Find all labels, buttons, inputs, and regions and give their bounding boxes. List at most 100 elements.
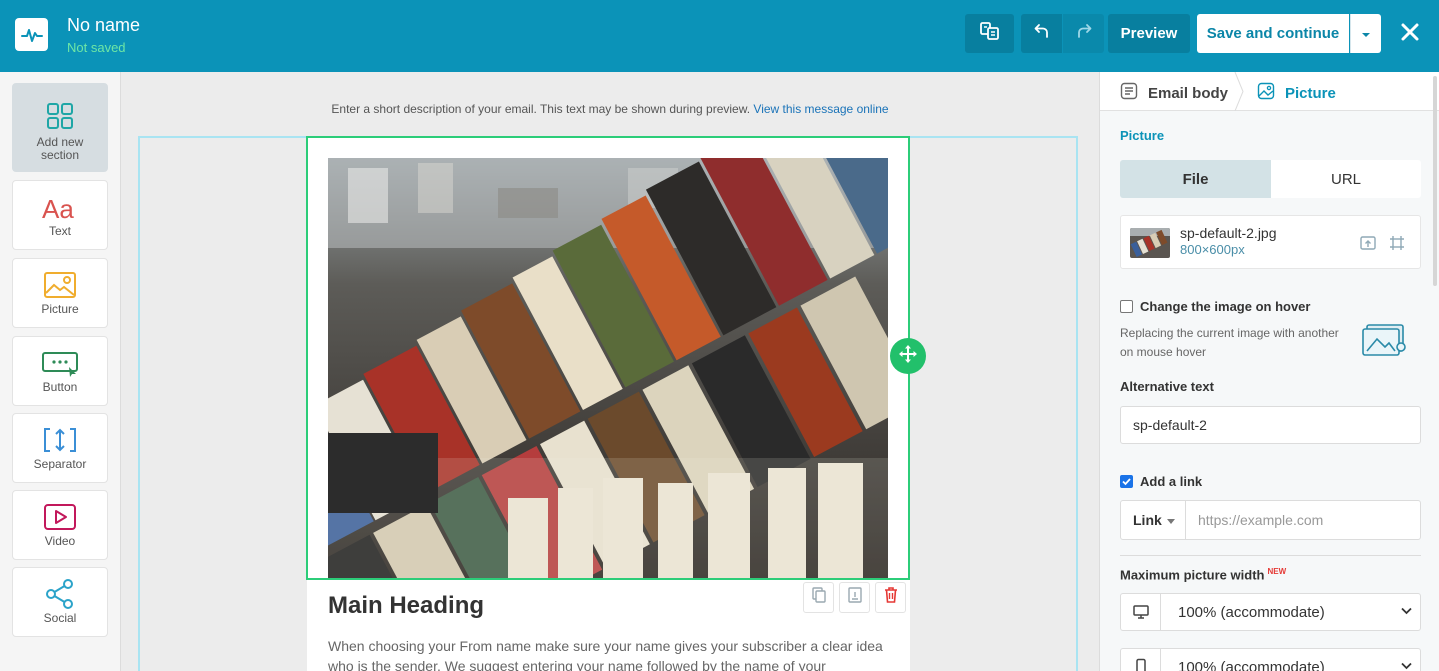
panel-scrollbar[interactable] — [1433, 76, 1437, 286]
picture-icon — [1257, 82, 1275, 104]
save-status: Not saved — [67, 40, 126, 55]
breadcrumb-current-label: Picture — [1285, 84, 1336, 102]
mobile-icon — [1121, 649, 1161, 671]
trash-icon — [884, 587, 898, 608]
close-button[interactable] — [1396, 20, 1424, 48]
email-body-icon — [1120, 82, 1138, 104]
redo-button[interactable] — [1063, 14, 1104, 53]
save-and-continue-button[interactable]: Save and continue — [1197, 14, 1349, 53]
redo-icon — [1076, 23, 1092, 44]
file-dimensions: 800×600px — [1180, 242, 1245, 257]
mobile-width-select[interactable]: 100% (accommodate) — [1120, 648, 1421, 671]
mobile-width-value: 100% (accommodate) — [1178, 659, 1325, 671]
block-label: Button — [42, 380, 78, 394]
alt-text-input[interactable]: sp-default-2 — [1120, 406, 1421, 444]
svg-text:Aa: Aa — [42, 194, 74, 222]
checkmark-icon — [1122, 478, 1131, 486]
preheader[interactable]: Enter a short description of your email.… — [121, 102, 1099, 116]
max-width-label-text: Maximum picture width — [1120, 567, 1265, 583]
copy-icon — [811, 587, 826, 608]
text-icon: Aa — [13, 189, 107, 225]
chevron-down-icon — [1401, 607, 1412, 615]
picture-block[interactable]: Picture — [12, 258, 108, 328]
block-label: Separator — [33, 457, 87, 471]
file-thumbnail — [1130, 228, 1170, 258]
breadcrumb-separator — [1234, 72, 1244, 112]
button-icon — [13, 345, 107, 381]
blocks-sidebar: Add new section Aa Text Picture Button S… — [0, 72, 121, 671]
hover-image-description: Replacing the current image with another… — [1120, 326, 1339, 359]
main-heading[interactable]: Main Heading — [328, 592, 484, 620]
file-name: sp-default-2.jpg — [1180, 225, 1277, 241]
link-url-input[interactable]: https://example.com — [1185, 500, 1421, 540]
crop-image-button[interactable] — [1388, 234, 1406, 252]
video-icon — [13, 499, 107, 535]
button-block[interactable]: Button — [12, 336, 108, 406]
link-type-select[interactable]: Link — [1120, 500, 1186, 540]
block-label: Text — [48, 224, 71, 238]
save-options-dropdown[interactable] — [1350, 14, 1381, 53]
app-logo-icon[interactable] — [15, 18, 48, 51]
replace-image-button[interactable] — [1359, 234, 1377, 252]
undo-button[interactable] — [1021, 14, 1062, 53]
undo-icon — [1034, 23, 1050, 44]
upload-icon — [1359, 236, 1377, 256]
grid-icon — [13, 96, 107, 136]
hover-image-checkbox[interactable] — [1120, 300, 1133, 313]
section-title: Picture — [1120, 128, 1165, 143]
crop-icon — [1388, 236, 1406, 256]
selected-picture-outline — [306, 136, 910, 580]
video-block[interactable]: Video — [12, 490, 108, 560]
save-template-icon — [847, 587, 862, 608]
email-canvas: Enter a short description of your email.… — [121, 72, 1099, 671]
chevron-down-icon — [1401, 662, 1412, 670]
settings-panel: Email body Picture Picture File URL sp-d… — [1099, 72, 1439, 671]
block-label: Picture — [41, 302, 79, 316]
tab-file[interactable]: File — [1120, 160, 1271, 198]
separator-block[interactable]: Separator — [12, 413, 108, 483]
layers-button[interactable] — [965, 14, 1014, 53]
breadcrumb: Email body Picture — [1100, 72, 1439, 112]
preview-button[interactable]: Preview — [1108, 14, 1190, 53]
save-block-button[interactable] — [839, 582, 870, 613]
duplicate-button[interactable] — [803, 582, 834, 613]
max-width-label: Maximum picture width NEW — [1120, 567, 1286, 582]
breadcrumb-email-body[interactable]: Email body — [1120, 82, 1228, 104]
add-link-checkbox[interactable] — [1120, 475, 1133, 488]
breadcrumb-picture[interactable]: Picture — [1257, 82, 1336, 104]
divider — [1120, 555, 1421, 556]
view-online-link[interactable]: View this message online — [753, 102, 888, 116]
add-new-section-block[interactable]: Add new section — [12, 83, 108, 172]
document-title[interactable]: No name — [67, 15, 140, 36]
block-label: Social — [43, 611, 77, 625]
alt-text-label: Alternative text — [1120, 379, 1214, 394]
body-text[interactable]: When choosing your From name make sure y… — [328, 636, 888, 671]
text-block[interactable]: Aa Text — [12, 180, 108, 250]
breadcrumb-parent-label: Email body — [1148, 84, 1229, 102]
file-card: sp-default-2.jpg 800×600px — [1120, 215, 1421, 269]
alt-text-value: sp-default-2 — [1133, 417, 1207, 433]
desktop-width-value: 100% (accommodate) — [1178, 604, 1325, 621]
caret-down-icon — [1361, 25, 1371, 43]
separator-icon — [13, 422, 107, 458]
hover-image-label[interactable]: Change the image on hover — [1140, 299, 1310, 314]
picture-icon — [13, 267, 107, 303]
add-link-label[interactable]: Add a link — [1140, 474, 1202, 489]
social-block[interactable]: Social — [12, 567, 108, 637]
top-bar: No name Not saved Preview Save and conti… — [0, 0, 1439, 72]
preheader-text[interactable]: Enter a short description of your email.… — [331, 102, 750, 116]
move-handle[interactable] — [890, 338, 926, 374]
block-label: Add new section — [36, 135, 84, 162]
move-icon — [898, 344, 918, 369]
new-badge: NEW — [1267, 567, 1287, 576]
desktop-icon — [1121, 594, 1161, 630]
layers-icon — [978, 20, 1002, 47]
block-label: Video — [44, 534, 76, 548]
delete-button[interactable] — [875, 582, 906, 613]
close-icon — [1400, 22, 1420, 47]
share-icon — [13, 576, 107, 612]
hover-image-illustration-icon — [1361, 323, 1409, 362]
desktop-width-select[interactable]: 100% (accommodate) — [1120, 593, 1421, 631]
tab-url[interactable]: URL — [1271, 160, 1421, 198]
caret-down-icon — [1166, 518, 1175, 524]
